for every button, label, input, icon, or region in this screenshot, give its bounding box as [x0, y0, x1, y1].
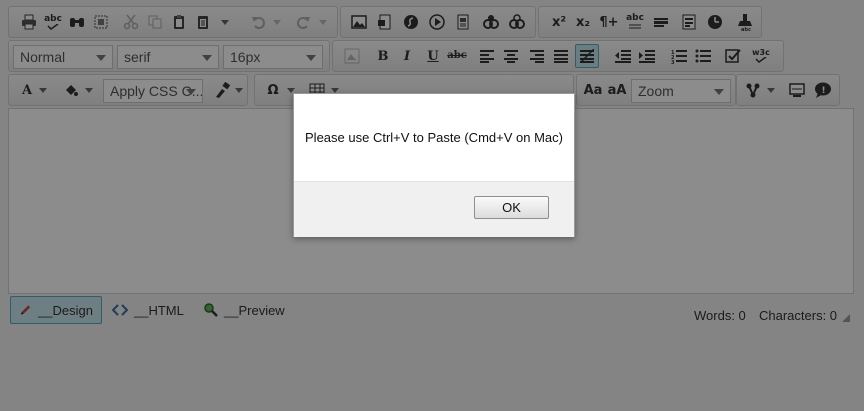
dialog-footer: OK — [294, 181, 574, 237]
dialog-message: Please use Ctrl+V to Paste (Cmd+V on Mac… — [305, 130, 563, 145]
ok-button[interactable]: OK — [474, 196, 549, 219]
paste-alert-dialog: Please use Ctrl+V to Paste (Cmd+V on Mac… — [293, 93, 575, 237]
